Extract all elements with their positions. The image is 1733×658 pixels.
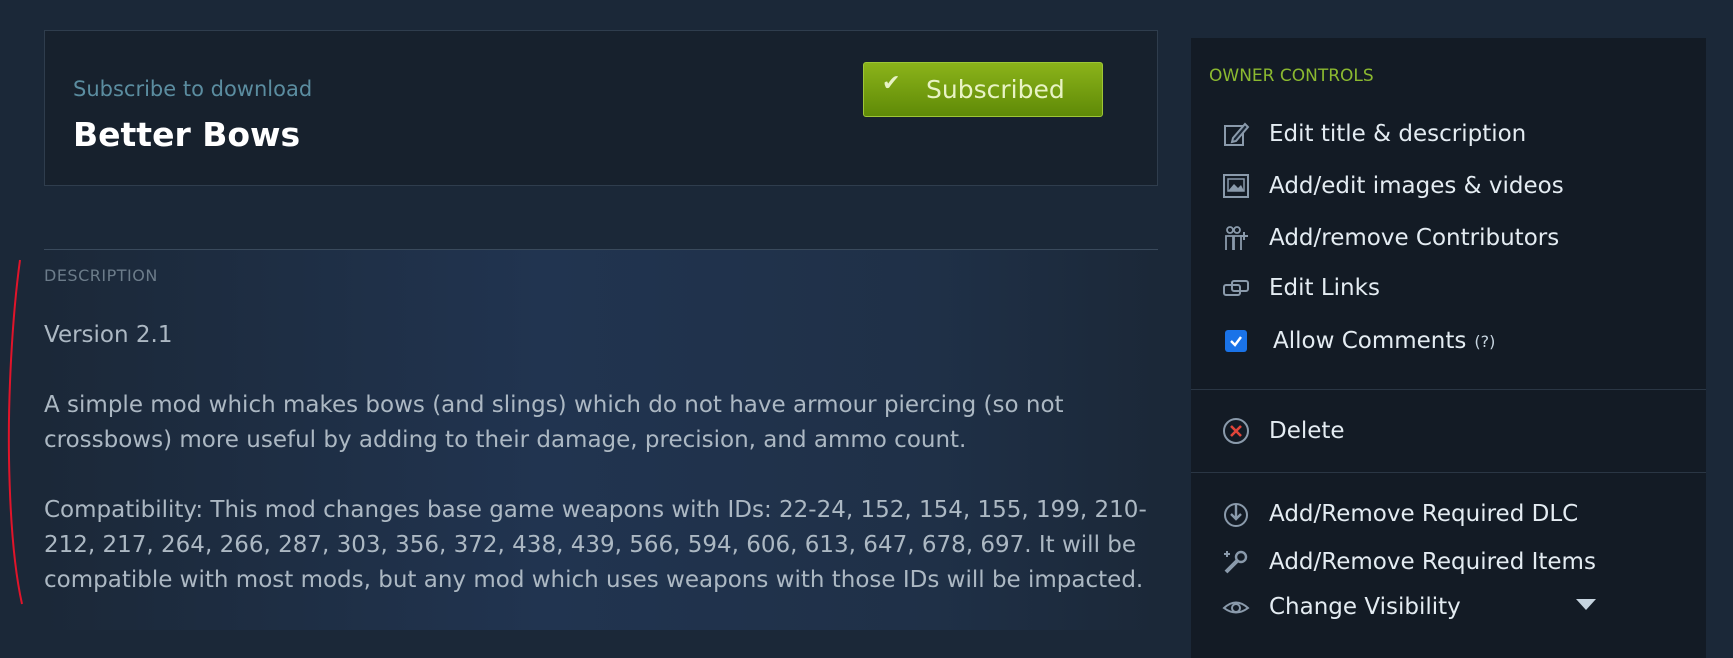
contributors-link[interactable]: Add/remove Contributors bbox=[1221, 220, 1559, 256]
change-visibility-dropdown[interactable]: Change Visibility bbox=[1221, 589, 1641, 625]
description-paragraph: Compatibility: This mod changes base gam… bbox=[44, 497, 1147, 593]
edit-title-description-link[interactable]: Edit title & description bbox=[1221, 116, 1526, 152]
description-heading: DESCRIPTION bbox=[44, 266, 158, 285]
delete-label: Delete bbox=[1269, 418, 1345, 444]
chevron-down-icon bbox=[1576, 599, 1596, 610]
subscribe-hint: Subscribe to download bbox=[73, 77, 313, 101]
delete-icon bbox=[1221, 416, 1251, 446]
description-paragraph: A simple mod which makes bows (and sling… bbox=[44, 392, 1064, 453]
wrench-icon bbox=[1221, 547, 1251, 577]
owner-controls-heading: OWNER CONTROLS bbox=[1209, 66, 1374, 86]
required-dlc-link[interactable]: Add/Remove Required DLC bbox=[1221, 496, 1578, 532]
subscribe-panel: Subscribe to download Better Bows ✔ Subs… bbox=[44, 30, 1158, 186]
edit-links-link[interactable]: Edit Links bbox=[1221, 270, 1380, 306]
separator bbox=[1191, 472, 1706, 473]
allow-comments-checkbox[interactable] bbox=[1225, 330, 1247, 352]
subscribed-button[interactable]: ✔ Subscribed bbox=[863, 62, 1103, 117]
contributors-label: Add/remove Contributors bbox=[1269, 225, 1560, 251]
checkmark-icon: ✔ bbox=[882, 71, 901, 96]
download-required-icon bbox=[1221, 499, 1251, 529]
edit-images-videos-label: Add/edit images & videos bbox=[1269, 173, 1564, 199]
annotation-mark bbox=[7, 259, 23, 605]
required-items-link[interactable]: Add/Remove Required Items bbox=[1221, 544, 1596, 580]
help-icon[interactable]: (?) bbox=[1474, 332, 1495, 351]
link-icon bbox=[1221, 273, 1251, 303]
delete-link[interactable]: Delete bbox=[1221, 413, 1345, 449]
separator bbox=[1191, 389, 1706, 390]
required-items-label: Add/Remove Required Items bbox=[1269, 549, 1596, 575]
eye-icon bbox=[1221, 592, 1251, 622]
allow-comments-toggle[interactable]: Allow Comments (?) bbox=[1221, 323, 1495, 359]
image-icon bbox=[1221, 171, 1251, 201]
item-title: Better Bows bbox=[73, 115, 301, 154]
description-paragraph: Version 2.1 bbox=[44, 322, 173, 348]
change-visibility-label: Change Visibility bbox=[1269, 594, 1461, 620]
required-dlc-label: Add/Remove Required DLC bbox=[1269, 501, 1579, 527]
people-add-icon bbox=[1221, 223, 1251, 253]
description-divider bbox=[44, 249, 1158, 250]
owner-controls-panel: OWNER CONTROLS Edit title & description … bbox=[1191, 38, 1706, 658]
allow-comments-label: Allow Comments bbox=[1273, 328, 1467, 354]
edit-pencil-icon bbox=[1221, 119, 1251, 149]
subscribed-button-label: Subscribed bbox=[926, 75, 1065, 104]
edit-links-label: Edit Links bbox=[1269, 275, 1380, 301]
edit-title-description-label: Edit title & description bbox=[1269, 121, 1527, 147]
description-body: Version 2.1 A simple mod which makes bow… bbox=[44, 318, 1154, 633]
edit-images-videos-link[interactable]: Add/edit images & videos bbox=[1221, 168, 1564, 204]
